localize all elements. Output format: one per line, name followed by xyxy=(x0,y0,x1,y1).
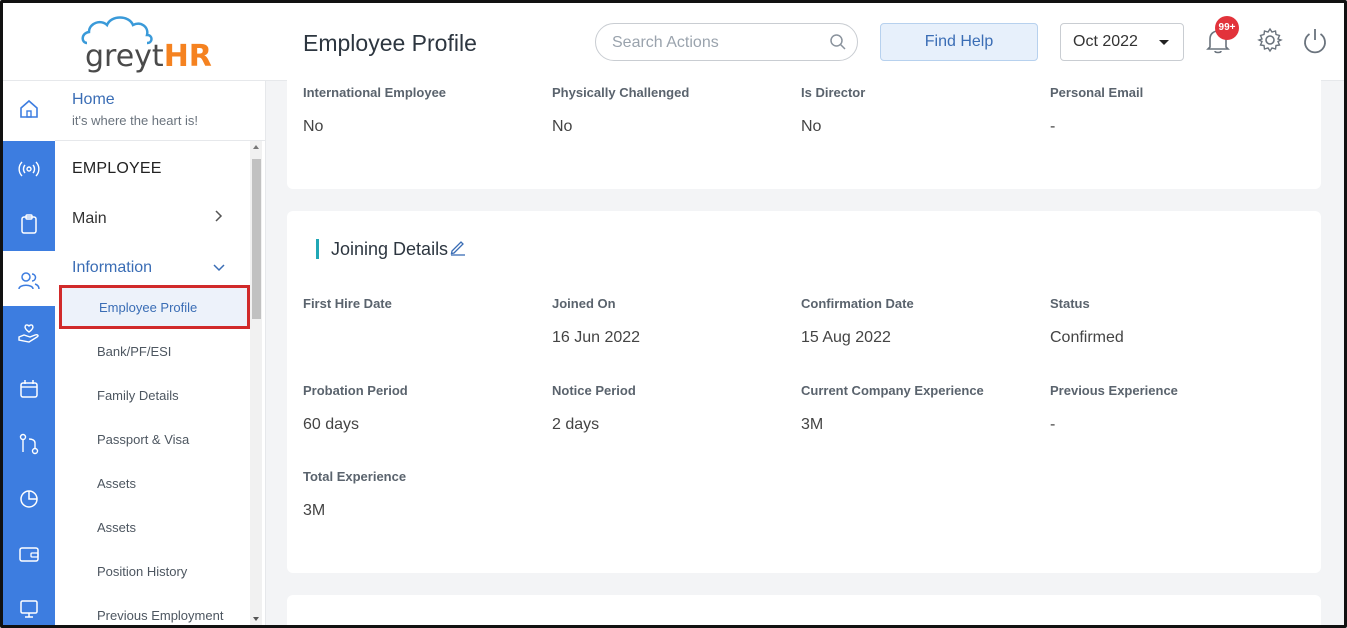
month-select[interactable]: Oct 2022 xyxy=(1060,23,1184,61)
rail-leave[interactable] xyxy=(3,361,55,416)
field-value: 16 Jun 2022 xyxy=(552,329,641,346)
field-value: No xyxy=(552,118,573,135)
joining-details-card: Joining Details First Hire Date Joined O… xyxy=(287,211,1321,573)
chevron-right-icon[interactable] xyxy=(211,209,225,228)
icon-rail xyxy=(3,81,55,625)
field-label: Status xyxy=(1050,296,1090,311)
sidebar-home[interactable]: Home it's where the heart is! xyxy=(55,81,266,141)
field-label: Confirmation Date xyxy=(801,296,914,311)
rail-employee[interactable] xyxy=(3,253,55,308)
field-label: Physically Challenged xyxy=(552,85,690,100)
power-icon[interactable] xyxy=(1301,27,1329,60)
greythr-logo[interactable]: greytHR xyxy=(79,13,212,74)
sidebar-item-passport-visa[interactable]: Passport & Visa xyxy=(97,432,189,447)
field-label: Is Director xyxy=(801,85,866,100)
nav-main[interactable]: Main xyxy=(72,210,107,228)
people-icon xyxy=(18,271,40,289)
sidebar-item-assets[interactable]: Assets xyxy=(97,476,136,491)
sidebar-item-previous-employment[interactable]: Previous Employment xyxy=(97,608,223,623)
pie-chart-icon xyxy=(20,489,38,508)
logo-wordmark: greytHR xyxy=(85,39,212,74)
field-label: Previous Experience xyxy=(1050,383,1178,398)
hand-heart-icon xyxy=(18,323,39,343)
home-subtitle: it's where the heart is! xyxy=(72,113,199,128)
chevron-down-icon[interactable] xyxy=(212,261,226,280)
rail-payroll[interactable] xyxy=(3,306,55,361)
field-label: Current Company Experience xyxy=(801,383,984,398)
field-label: Notice Period xyxy=(552,383,636,398)
find-help-button[interactable]: Find Help xyxy=(880,23,1038,61)
sidebar-item-bank-pf-esi[interactable]: Bank/PF/ESI xyxy=(97,344,171,359)
rail-desk[interactable] xyxy=(3,581,55,625)
workflow-icon xyxy=(19,433,39,454)
field-label: Personal Email xyxy=(1050,85,1144,100)
field-label: Total Experience xyxy=(303,469,407,484)
field-label: Joined On xyxy=(552,296,616,311)
search-icon[interactable] xyxy=(829,33,847,56)
field-value: 15 Aug 2022 xyxy=(801,329,891,346)
field-value: 3M xyxy=(303,502,326,519)
edit-pencil-icon[interactable] xyxy=(449,238,467,261)
section-title: EMPLOYEE xyxy=(72,160,162,177)
sidebar-item-assets-2[interactable]: Assets xyxy=(97,520,136,535)
section-heading: Joining Details xyxy=(316,239,448,259)
home-icon xyxy=(20,99,38,118)
rail-expenses[interactable] xyxy=(3,526,55,581)
caret-down-icon xyxy=(1159,40,1169,45)
broadcast-icon xyxy=(18,161,40,176)
calendar-icon xyxy=(20,379,38,398)
wallet-icon xyxy=(19,546,39,562)
scroll-up-arrow-icon[interactable] xyxy=(253,145,259,149)
monitor-icon xyxy=(20,599,38,618)
field-value: 60 days xyxy=(303,416,360,433)
field-label: First Hire Date xyxy=(303,296,392,311)
rail-reports[interactable] xyxy=(3,471,55,526)
field-label: International Employee xyxy=(303,85,447,100)
notification-badge: 99+ xyxy=(1215,16,1239,40)
rail-to-do[interactable] xyxy=(3,196,55,251)
app-window: greytHR Employee Profile Find Help Oct 2… xyxy=(0,0,1347,628)
clipboard-icon xyxy=(21,213,37,234)
home-title[interactable]: Home xyxy=(72,91,115,109)
field-value: - xyxy=(1050,118,1056,135)
field-value: No xyxy=(303,118,324,135)
month-select-value: Oct 2022 xyxy=(1073,33,1138,50)
personal-details-card: International Employee No Physically Cha… xyxy=(287,71,1321,189)
gear-icon[interactable] xyxy=(1257,27,1283,58)
nav-information[interactable]: Information xyxy=(72,259,152,277)
page-title: Employee Profile xyxy=(303,30,477,56)
rail-workflow[interactable] xyxy=(3,416,55,471)
scroll-down-arrow-icon[interactable] xyxy=(253,617,259,621)
sidebar-item-family-details[interactable]: Family Details xyxy=(97,388,179,403)
search-input[interactable] xyxy=(612,32,812,54)
field-value: 2 days xyxy=(552,416,600,433)
top-header: greytHR Employee Profile Find Help Oct 2… xyxy=(3,3,1344,81)
sidebar-item-position-history[interactable]: Position History xyxy=(97,564,187,579)
sidebar-scroll-thumb[interactable] xyxy=(252,159,261,319)
field-value: 3M xyxy=(801,416,824,433)
field-label: Probation Period xyxy=(303,383,408,398)
field-value: No xyxy=(801,118,822,135)
sidebar-item-label[interactable]: Employee Profile xyxy=(99,300,197,315)
field-value: Confirmed xyxy=(1050,329,1124,346)
rail-engage[interactable] xyxy=(3,141,55,196)
field-value: - xyxy=(1050,416,1056,433)
rail-home[interactable] xyxy=(3,81,55,136)
next-section-card xyxy=(287,595,1321,625)
search-box[interactable] xyxy=(595,23,858,61)
sidebar: Home it's where the heart is! EMPLOYEE M… xyxy=(55,81,266,625)
